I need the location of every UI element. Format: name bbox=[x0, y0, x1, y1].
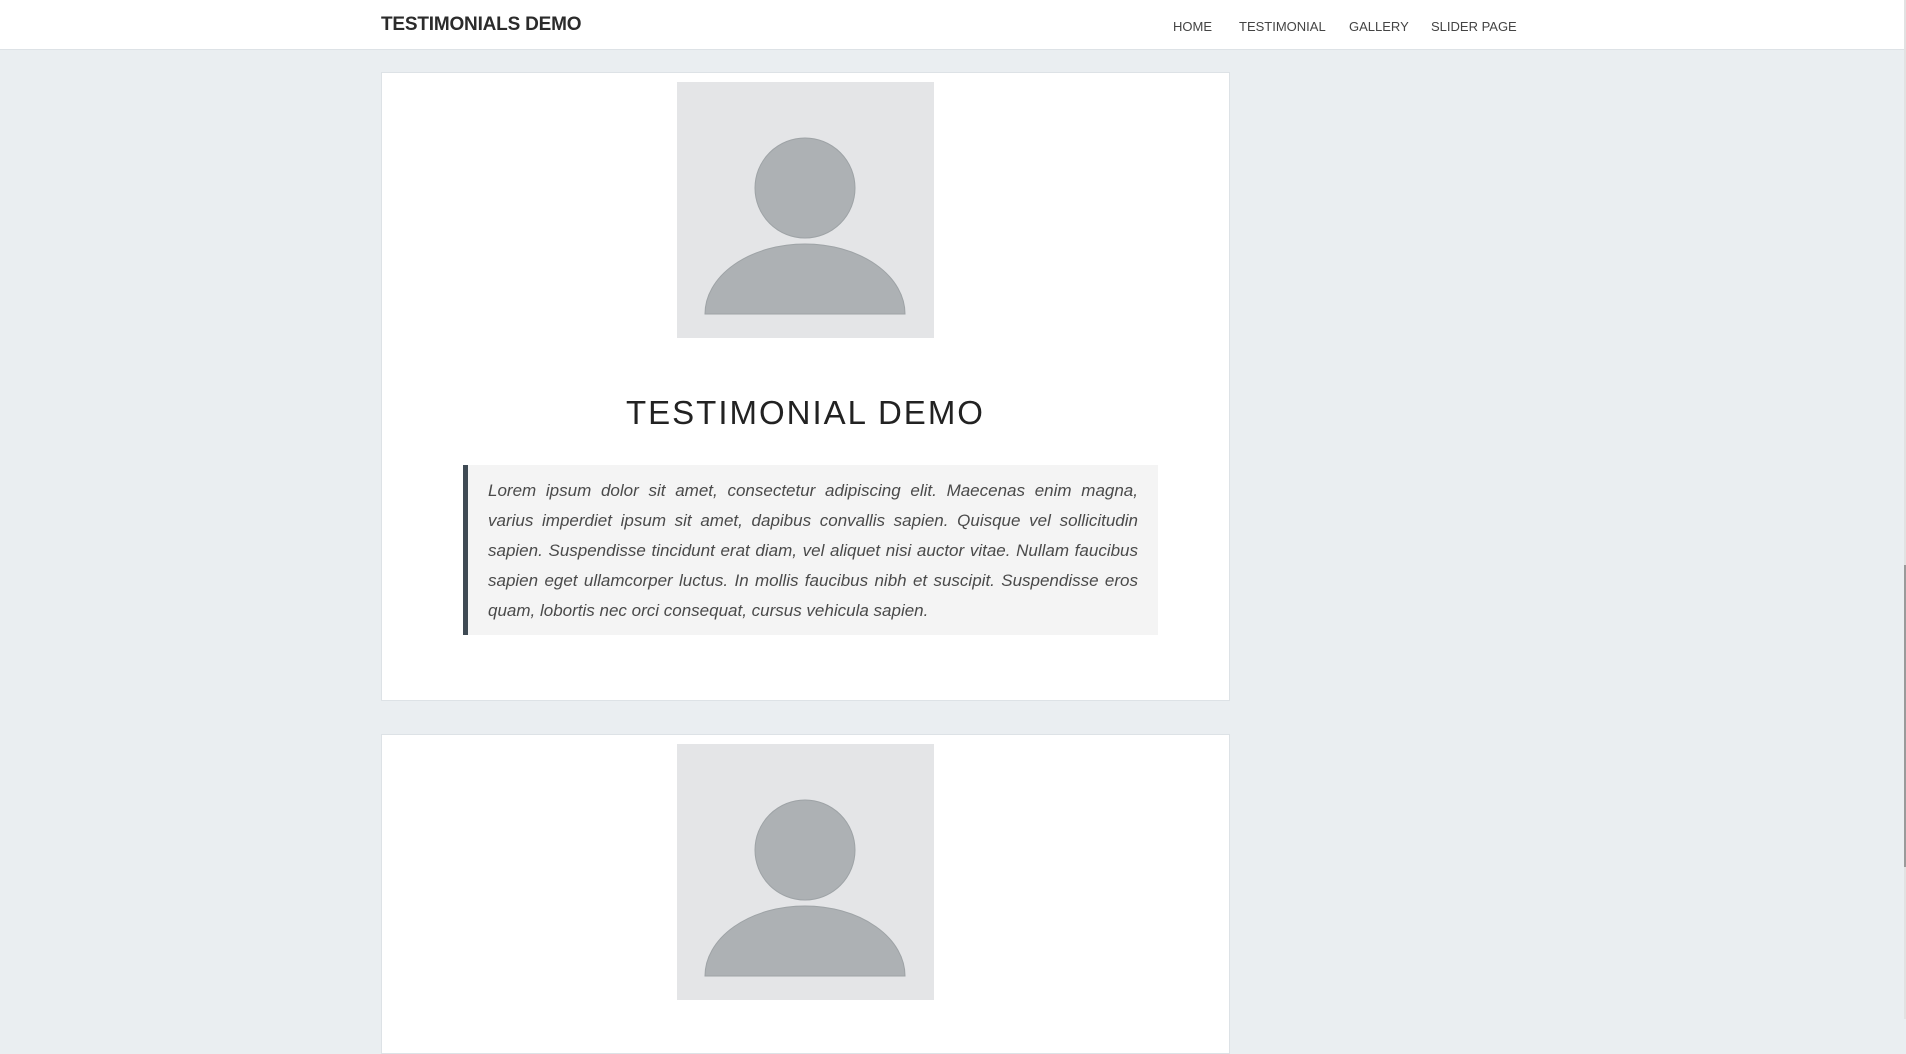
nav-link-testimonial[interactable]: TESTIMONIAL bbox=[1239, 19, 1326, 34]
nav-link-gallery[interactable]: GALLERY bbox=[1349, 19, 1409, 34]
testimonial-title: TESTIMONIAL DEMO bbox=[626, 394, 985, 431]
nav-link-home[interactable]: HOME bbox=[1173, 19, 1212, 34]
brand-logo-link[interactable]: TESTIMONIALS DEMO bbox=[381, 14, 582, 36]
testimonial-card: TESTIMONIAL DEMO Lorem ipsum dolor sit a… bbox=[381, 72, 1230, 701]
testimonial-quote: Lorem ipsum dolor sit amet, consectetur … bbox=[463, 465, 1158, 635]
nav-link-slider-page[interactable]: SLIDER PAGE bbox=[1431, 19, 1517, 34]
testimonial-card bbox=[381, 734, 1230, 1054]
top-navbar: TESTIMONIALS DEMO HOME TESTIMONIAL GALLE… bbox=[0, 0, 1906, 50]
user-placeholder-icon bbox=[677, 82, 934, 338]
user-placeholder-icon bbox=[677, 744, 934, 1000]
